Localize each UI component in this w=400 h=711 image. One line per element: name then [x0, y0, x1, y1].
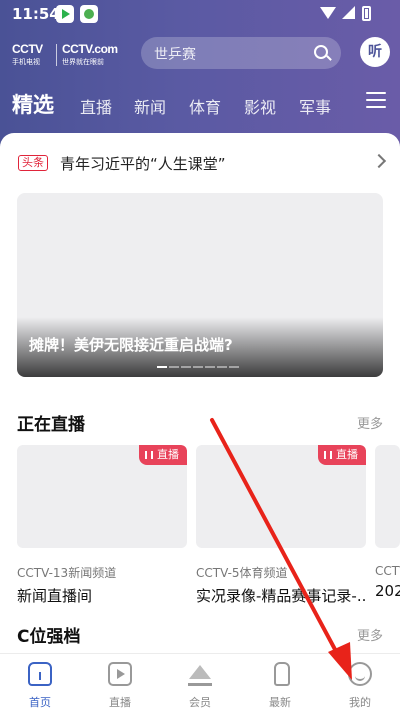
pagination-dot	[229, 366, 239, 368]
c-section-title: C位强档	[17, 627, 81, 647]
live-thumbnail	[375, 445, 400, 548]
status-bar: 11:54	[0, 0, 400, 30]
live-thumbnail: 直播	[196, 445, 366, 548]
nav-vip-label: 会员	[189, 696, 211, 709]
app-notification-icon	[56, 5, 74, 23]
live-tag: 直播	[139, 445, 187, 465]
crown-icon	[188, 662, 212, 686]
logo-cctvcom-subtext: 世界就在眼前	[62, 58, 104, 66]
logo-cctvcom-text: CCTV.com	[62, 42, 118, 56]
nav-live-label: 直播	[109, 696, 131, 709]
live-thumbnail: 直播	[17, 445, 187, 548]
bottom-nav: 首页 直播 会员 最新 我的	[0, 653, 400, 711]
live-program: 新闻直播间	[17, 587, 93, 605]
search-input[interactable]: 世乒赛	[141, 37, 341, 69]
home-icon	[28, 662, 52, 686]
listen-button[interactable]: 听	[360, 37, 390, 67]
live-channel: CCTV-13新闻频道	[17, 566, 117, 580]
nav-vip[interactable]: 会员	[160, 662, 240, 710]
nav-latest-label: 最新	[269, 696, 291, 709]
live-tag: 直播	[318, 445, 366, 465]
pagination-dot	[217, 366, 227, 368]
live-more-link[interactable]: 更多	[357, 413, 383, 432]
headline-text: 青年习近平的“人生课堂”	[60, 155, 226, 173]
status-time: 11:54	[12, 5, 60, 23]
signal-icon	[342, 6, 355, 19]
tab-sports[interactable]: 体育	[189, 94, 221, 118]
search-placeholder: 世乒赛	[154, 47, 196, 63]
battery-icon	[362, 6, 371, 21]
pagination-dot	[169, 366, 179, 368]
pagination-dot	[181, 366, 191, 368]
tab-military[interactable]: 军事	[299, 94, 331, 118]
live-card[interactable]: CCTV 202	[375, 445, 400, 600]
chevron-right-icon	[371, 153, 387, 169]
app-notification-icon-2	[80, 5, 98, 23]
pagination-dot	[193, 366, 203, 368]
pagination-dot	[205, 366, 215, 368]
tab-featured[interactable]: 精选	[12, 89, 54, 119]
tab-movies[interactable]: 影视	[244, 94, 276, 118]
live-channel: CCTV	[375, 564, 400, 578]
nav-live[interactable]: 直播	[80, 662, 160, 710]
banner-pagination	[157, 366, 247, 370]
rocket-icon	[268, 662, 292, 686]
logo-cctv-subtext: 手机电视	[12, 58, 40, 66]
c-more-link[interactable]: 更多	[357, 625, 383, 644]
live-channel: CCTV-5体育频道	[196, 566, 288, 580]
cctv-logo: CCTV 手机电视 CCTV.com 世界就在眼前	[12, 42, 137, 68]
live-section-title: 正在直播	[17, 415, 85, 435]
nav-profile-label: 我的	[349, 696, 371, 709]
search-icon[interactable]	[314, 45, 328, 59]
logo-cctv-text: CCTV	[12, 42, 43, 56]
pagination-dot	[157, 366, 167, 368]
wifi-icon	[320, 7, 336, 19]
tab-news[interactable]: 新闻	[134, 94, 166, 118]
logo-divider	[56, 44, 57, 66]
nav-home[interactable]: 首页	[0, 662, 80, 710]
tab-live[interactable]: 直播	[80, 94, 112, 118]
nav-profile[interactable]: 我的	[320, 662, 400, 710]
tv-icon	[108, 662, 132, 686]
main-content: 头条 青年习近平的“人生课堂” 摊牌！美伊无限接近重启战端? 正在直播 更多 直…	[0, 133, 400, 653]
headline-row[interactable]: 头条 青年习近平的“人生课堂”	[18, 153, 388, 175]
profile-icon	[348, 662, 372, 686]
banner-caption: 摊牌！美伊无限接近重启战端?	[29, 336, 233, 354]
live-card[interactable]: 直播 CCTV-5体育频道 实况录像-精品赛事记录-...	[196, 445, 366, 606]
headline-badge: 头条	[18, 155, 48, 171]
nav-home-label: 首页	[29, 696, 51, 709]
featured-banner[interactable]: 摊牌！美伊无限接近重启战端?	[17, 193, 383, 377]
live-program: 202	[375, 582, 400, 600]
live-program: 实况录像-精品赛事记录-...	[196, 587, 366, 605]
nav-latest[interactable]: 最新	[240, 662, 320, 710]
live-bars-icon	[324, 451, 332, 459]
channel-tabs: 精选 直播 新闻 体育 影视 军事	[0, 88, 400, 122]
live-card[interactable]: 直播 CCTV-13新闻频道 新闻直播间	[17, 445, 187, 606]
menu-icon[interactable]	[366, 92, 386, 108]
live-bars-icon	[145, 451, 153, 459]
